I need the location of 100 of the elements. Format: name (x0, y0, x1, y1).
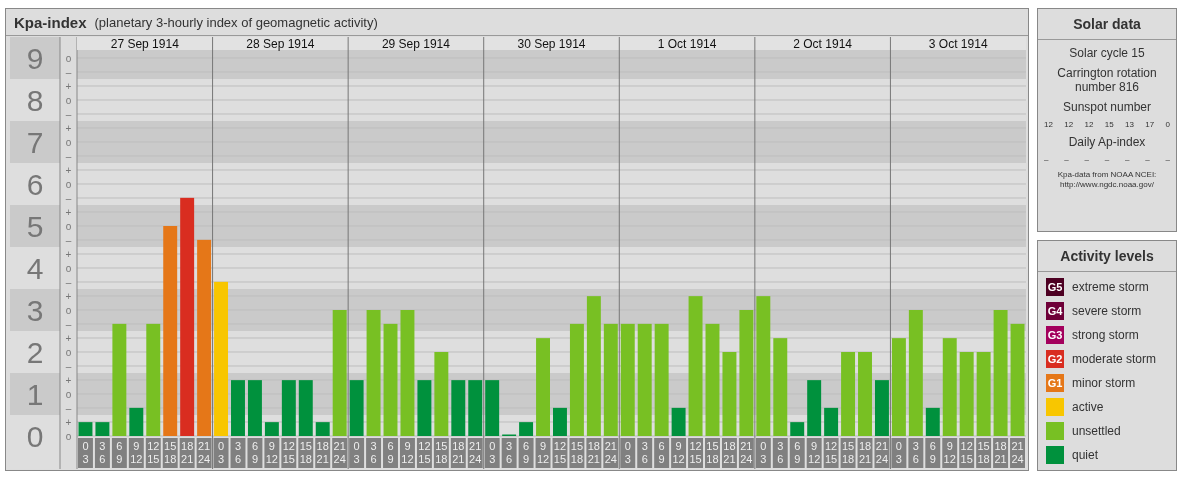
time-range-label: 12 15 (416, 438, 432, 468)
y-axis-label: 7 (26, 125, 44, 159)
kp-bar (807, 380, 822, 436)
kp-bar (247, 380, 262, 436)
time-range-label: 12 15 (552, 438, 568, 468)
x-tick-label: 3 6 (506, 440, 513, 465)
sunspot-value: 12 (1044, 120, 1053, 129)
legend-label: unsettled (1072, 424, 1121, 438)
minor-axis-label: – (65, 402, 72, 414)
x-tick-label: 6 9 (658, 440, 665, 465)
time-range-label: 3 6 (501, 438, 517, 468)
minor-axis-label: + (65, 332, 72, 344)
kp-bar (790, 422, 805, 436)
time-range-label: 9 12 (535, 438, 551, 468)
sunspot-value: 0 (1165, 120, 1170, 129)
time-range-label: 21 24 (467, 438, 483, 468)
kp-bar (78, 422, 93, 436)
minor-axis-label: + (65, 122, 72, 134)
time-range-label: 6 9 (518, 438, 534, 468)
ap-index-value: – (1125, 155, 1130, 164)
panel-subtitle: (planetary 3-hourly index of geomagnetic activity) (94, 14, 378, 30)
minor-axis-label: o (65, 178, 72, 190)
legend-label: quiet (1072, 448, 1099, 462)
storm-level-label: G3 (1047, 329, 1063, 341)
time-range-label: 12 15 (959, 438, 975, 468)
carrington-rotation-text: Carrington rotation number 816 (1056, 66, 1158, 94)
minor-axis-label: – (65, 318, 72, 330)
legend-label: extreme storm (1072, 280, 1149, 294)
kp-bar (315, 422, 330, 436)
date-label: 28 Sep 1914 (246, 37, 315, 51)
y-axis-label: 9 (26, 41, 44, 75)
minor-axis-label: o (65, 346, 72, 358)
time-range-label: 12 15 (688, 438, 703, 468)
time-range-label: 21 24 (332, 438, 348, 468)
kp-bar (95, 422, 110, 436)
minor-axis-label: o (65, 388, 72, 400)
time-range-label: 21 24 (603, 438, 619, 468)
ap-index-value: – (1084, 155, 1089, 164)
storm-level-label: G1 (1047, 377, 1063, 389)
time-range-label: 15 18 (298, 438, 314, 468)
time-range-label: 3 6 (230, 438, 246, 468)
time-range-label: 0 3 (349, 438, 365, 468)
time-range-label: 0 3 (891, 438, 907, 468)
kp-bar (451, 380, 466, 436)
kp-bar (671, 407, 686, 436)
minor-axis-label: o (65, 262, 72, 274)
x-tick-label: 0 3 (217, 440, 225, 465)
time-range-label: 6 9 (925, 438, 941, 468)
x-tick-label: 3 6 (912, 440, 919, 465)
sunspot-value: 15 (1104, 120, 1114, 129)
time-range-label: 0 3 (213, 438, 229, 468)
ap-index-value: – (1165, 155, 1170, 164)
time-range-label: 6 9 (383, 438, 398, 468)
storm-level-label: G2 (1047, 353, 1063, 365)
minor-axis-label: + (65, 374, 72, 386)
y-axis-label: 5 (26, 209, 44, 243)
y-axis-label: 1 (26, 377, 44, 411)
x-tick-label: 6 9 (929, 440, 936, 465)
time-range-label: 6 9 (789, 438, 805, 468)
time-range-label: 18 21 (450, 438, 466, 468)
date-label: 27 Sep 1914 (110, 37, 179, 51)
time-range-label: 0 3 (78, 438, 93, 468)
minor-axis-label: + (65, 248, 72, 260)
y-axis-label: 8 (26, 83, 44, 117)
sunspot-value: 13 (1125, 120, 1134, 129)
source-link[interactable]: http://www.ngdc.noaa.gov/ (1057, 180, 1157, 190)
time-range-label: 21 24 (1010, 438, 1025, 468)
minor-axis-label: – (65, 150, 72, 162)
kp-bar (925, 407, 940, 436)
time-range-label: 6 9 (247, 438, 263, 468)
time-range-label: 3 6 (772, 438, 788, 468)
x-tick-label: 0 3 (895, 440, 902, 465)
minor-axis-label: + (65, 290, 72, 302)
minor-axis-label: + (65, 206, 72, 218)
time-range-label: 15 18 (433, 438, 449, 468)
x-tick-label: 3 6 (777, 440, 784, 465)
x-tick-label: 6 9 (794, 440, 801, 465)
time-range-label: 18 21 (857, 438, 873, 468)
minor-axis-label: – (65, 192, 72, 204)
date-label: 3 Oct 1914 (928, 37, 988, 51)
time-range-label: 15 18 (976, 438, 992, 468)
minor-axis-label: o (65, 430, 72, 442)
minor-axis-label: + (65, 416, 72, 428)
panel-heading: Solar data (1038, 9, 1176, 40)
ap-index-value: – (1145, 155, 1150, 164)
minor-axis-label: o (65, 136, 72, 148)
time-range-label: 18 21 (993, 438, 1009, 468)
ap-index-heading: Daily Ap-index (1068, 135, 1146, 149)
minor-axis-label: – (65, 234, 72, 246)
time-range-label: 15 18 (840, 438, 856, 468)
time-range-label: 3 6 (908, 438, 924, 468)
time-range-label: 21 24 (874, 438, 890, 468)
kp-bar (519, 422, 534, 436)
x-tick-label: 6 9 (116, 440, 123, 465)
time-range-label: 15 18 (162, 438, 178, 468)
storm-level-label: G5 (1047, 281, 1063, 293)
date-label: 30 Sep 1914 (517, 37, 586, 51)
minor-axis-label: o (65, 94, 72, 106)
sunspot-value: 17 (1145, 120, 1155, 129)
kp-bar (231, 380, 245, 436)
